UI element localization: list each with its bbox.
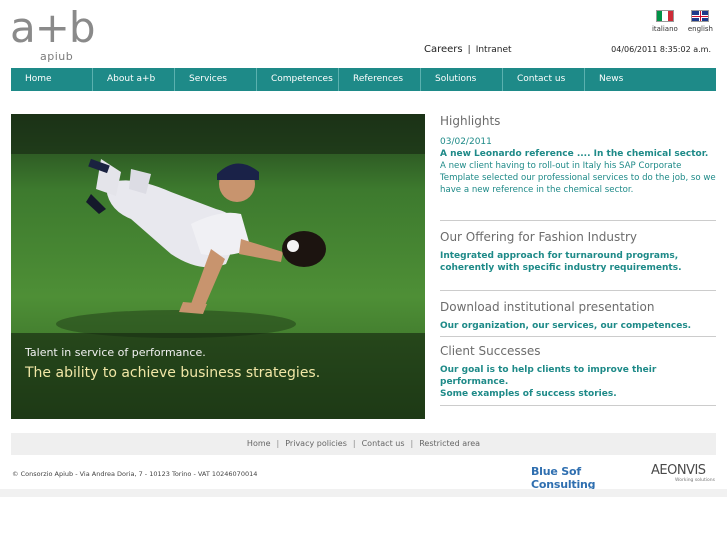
careers-link[interactable]: Careers <box>424 44 463 55</box>
hero-tagline: Talent in service of performance. <box>25 346 206 359</box>
bottom-divider <box>0 489 727 497</box>
language-label: english <box>687 25 713 33</box>
logo[interactable]: a+b apiub <box>10 6 110 64</box>
success-stories-link[interactable]: Some examples of success stories. <box>440 388 716 400</box>
main-nav: Home About a+b Services Competences Refe… <box>11 68 716 91</box>
nav-news[interactable]: News <box>585 68 716 91</box>
logo-sub-text: apiub <box>40 50 74 63</box>
nav-competences[interactable]: Competences <box>257 68 339 91</box>
separator: | <box>276 439 280 448</box>
copyright-text: © Consorzio Apiub - Via Andrea Doria, 7 … <box>12 470 258 478</box>
intranet-link[interactable]: Intranet <box>476 45 512 55</box>
footer-contact-link[interactable]: Contact us <box>362 439 405 448</box>
nav-about[interactable]: About a+b <box>93 68 175 91</box>
nav-home[interactable]: Home <box>11 68 93 91</box>
highlight-headline-link[interactable]: A new Leonardo reference .... In the che… <box>440 148 716 160</box>
nav-solutions[interactable]: Solutions <box>421 68 503 91</box>
download-body-link[interactable]: Our organization, our services, our comp… <box>440 320 716 332</box>
footer-nav: Home | Privacy policies | Contact us | Restric… <box>11 433 716 455</box>
footer-home-link[interactable]: Home <box>247 439 271 448</box>
italy-flag-icon <box>655 10 674 22</box>
nav-contact[interactable]: Contact us <box>503 68 585 91</box>
footer-restricted-link[interactable]: Restricted area <box>419 439 480 448</box>
highlight-body: A new client having to roll-out in Italy… <box>440 161 716 195</box>
language-english[interactable]: english <box>688 10 713 33</box>
successes-section: Client Successes Our goal is to help cli… <box>440 337 716 406</box>
fashion-body-link[interactable]: Integrated approach for turnaround progr… <box>440 250 716 274</box>
datetime-display: 04/06/2011 8:35:02 a.m. <box>611 45 711 54</box>
top-links: Careers | Intranet <box>424 44 512 55</box>
download-title[interactable]: Download institutional presentation <box>440 300 716 314</box>
aeonvis-name: AEONVIS <box>651 463 706 478</box>
aeonvis-logo[interactable]: AEONVIS Working solutions <box>651 463 715 483</box>
successes-title[interactable]: Client Successes <box>440 344 716 358</box>
logo-main-text: a+b <box>10 3 96 52</box>
language-switcher: italiano english <box>652 10 713 33</box>
language-italiano[interactable]: italiano <box>652 10 678 33</box>
successes-body-link[interactable]: Our goal is to help clients to improve t… <box>440 364 716 388</box>
bluesof-name: Blue Sof Consulting <box>531 465 596 491</box>
language-label: italiano <box>651 25 678 33</box>
uk-flag-icon <box>691 10 710 22</box>
download-section: Download institutional presentation Our … <box>440 291 716 337</box>
separator: | <box>352 439 356 448</box>
hero-subtagline: The ability to achieve business strategi… <box>25 365 321 381</box>
separator: | <box>467 45 471 55</box>
fashion-section: Our Offering for Fashion Industry Integr… <box>440 221 716 291</box>
hero-banner: Talent in service of performance. The ab… <box>11 114 425 419</box>
sidebar: Highlights 03/02/2011 A new Leonardo ref… <box>440 112 716 406</box>
footer-privacy-link[interactable]: Privacy policies <box>285 439 347 448</box>
aeonvis-sub: Working solutions <box>675 478 715 483</box>
fashion-title[interactable]: Our Offering for Fashion Industry <box>440 230 716 244</box>
highlight-date: 03/02/2011 <box>440 137 492 147</box>
nav-services[interactable]: Services <box>175 68 257 91</box>
separator: | <box>410 439 414 448</box>
highlights-section: Highlights 03/02/2011 A new Leonardo ref… <box>440 112 716 221</box>
highlights-title: Highlights <box>440 114 501 128</box>
nav-references[interactable]: References <box>339 68 421 91</box>
